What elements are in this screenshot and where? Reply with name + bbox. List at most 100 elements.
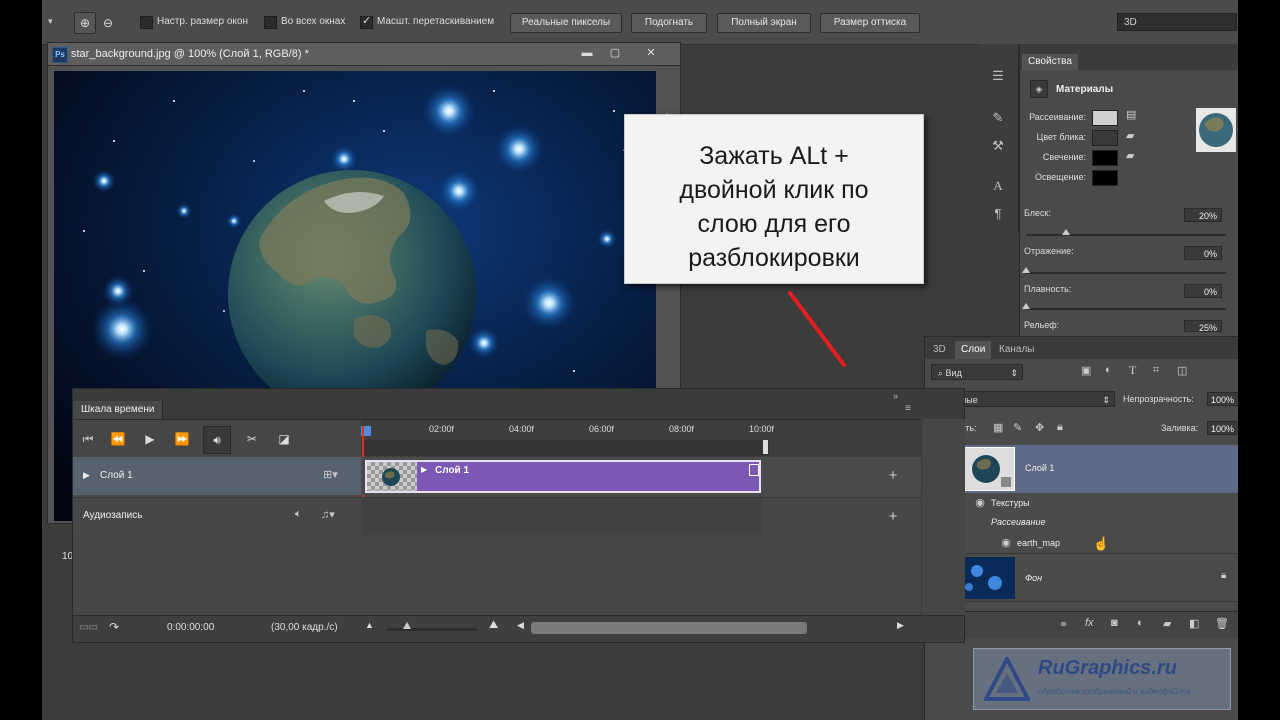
tab-properties[interactable]: Свойства <box>1022 54 1078 70</box>
scrubby-zoom-checkbox[interactable] <box>360 14 373 29</box>
play-icon[interactable]: ▶ <box>141 430 159 448</box>
brush-presets-icon[interactable]: ✎ <box>988 108 1008 128</box>
eye-icon[interactable]: ◉ <box>973 496 987 510</box>
trash-icon[interactable]: 🗑︎ <box>1215 617 1229 630</box>
lock-transparent-icon[interactable]: ▦ <box>993 421 1003 434</box>
layer-row-layer1[interactable]: ◉ Слой 1 <box>925 445 1238 493</box>
roughness-value[interactable]: 0% <box>1184 284 1222 298</box>
close-icon[interactable]: ✕ <box>638 46 664 61</box>
diffuse-texture-icon[interactable]: ▤ <box>1126 108 1136 121</box>
link-icon[interactable]: ⚭ <box>1059 618 1068 631</box>
lock-all-icon[interactable]: 🔒︎ <box>1057 421 1063 434</box>
document-titlebar[interactable]: Ps star_background.jpg @ 100% (Слой 1, R… <box>48 43 680 66</box>
fx-icon[interactable]: fx <box>1085 617 1094 629</box>
go-to-first-frame-icon[interactable]: ⏮ <box>79 430 97 448</box>
zoom-out-timeline-icon[interactable]: ▲ <box>365 620 374 630</box>
clip-end-marker[interactable] <box>749 464 759 476</box>
character-icon[interactable]: A <box>988 176 1008 196</box>
panel-menu-icon[interactable]: ≡ <box>905 403 911 414</box>
scroll-left-icon[interactable]: ◀ <box>517 620 524 631</box>
scroll-right-icon[interactable]: ▶ <box>897 620 904 631</box>
lock-move-icon[interactable]: ✥ <box>1035 421 1044 434</box>
render-arrow-icon[interactable]: ↷ <box>109 620 119 634</box>
expand-arrow-icon[interactable]: ▶ <box>83 470 90 481</box>
speaker-icon[interactable]: 🔈︎ <box>295 508 302 521</box>
track-audio-head[interactable]: Аудиозапись 🔈︎ ♫▾ <box>73 498 361 536</box>
folder-icon[interactable]: ▰ <box>1163 617 1171 630</box>
music-note-icon[interactable]: ♫▾ <box>321 508 335 521</box>
clip-expand-icon[interactable]: ▶ <box>421 465 427 474</box>
zoom-out-icon[interactable]: ⊖ <box>97 12 119 34</box>
print-size-button[interactable]: Размер оттиска <box>820 13 920 33</box>
layer-row-background[interactable]: ◉ Фон 🔒︎ <box>925 553 1238 602</box>
next-frame-icon[interactable]: ⏩ <box>173 430 191 448</box>
specular-folder-icon[interactable]: ▰ <box>1126 129 1134 142</box>
fit-screen-button[interactable]: Подогнать <box>631 13 707 33</box>
fit-windows-checkbox[interactable] <box>140 16 153 29</box>
work-area-end-handle[interactable] <box>763 440 768 454</box>
shine-value[interactable]: 20% <box>1184 208 1222 222</box>
filter-type-icon[interactable]: T <box>1129 363 1136 378</box>
render-video-icon[interactable]: ▭▭ <box>79 622 98 633</box>
filter-pixel-icon[interactable]: ▣ <box>1081 364 1091 377</box>
film-strip-icon[interactable]: ⊞▾ <box>323 468 338 481</box>
texture-earth-map-row[interactable]: ◉ earth_map ☝ <box>925 533 1238 554</box>
roughness-slider-knob[interactable] <box>1022 303 1030 309</box>
material-preview-sphere[interactable] <box>1196 108 1236 152</box>
timeline-zoom-knob[interactable] <box>403 622 411 629</box>
illumination-folder-icon[interactable]: ▰ <box>1126 149 1134 162</box>
textures-row[interactable]: ◉ Текстуры <box>925 493 1238 513</box>
maximize-icon[interactable]: ▢ <box>602 46 628 61</box>
scissors-icon[interactable]: ✂ <box>243 430 261 448</box>
eye-icon[interactable]: ◉ <box>999 536 1013 550</box>
collapse-panel-icon[interactable]: » <box>893 391 898 401</box>
tab-layers[interactable]: Слои <box>955 341 992 359</box>
track-layer1-head[interactable]: ▶ Слой 1 ⊞▾ <box>73 457 361 495</box>
fill-screen-button[interactable]: Полный экран <box>717 13 811 33</box>
tab-3d[interactable]: 3D <box>927 341 952 359</box>
shine-slider-knob[interactable] <box>1062 229 1070 235</box>
illumination-swatch[interactable] <box>1092 150 1118 166</box>
chevron-down-icon[interactable]: ▾ <box>48 16 53 27</box>
plus-icon[interactable]: + <box>883 466 903 486</box>
audio-mute-icon[interactable]: 🔊︎ <box>203 426 231 454</box>
lock-paint-icon[interactable]: ✎ <box>1013 421 1022 434</box>
tool-presets-icon[interactable]: ⚒ <box>988 136 1008 156</box>
zoom-in-icon[interactable]: ⊕ <box>74 12 96 34</box>
timeline-zoom-slider[interactable] <box>387 628 477 631</box>
roughness-slider[interactable] <box>1026 308 1226 310</box>
minimize-icon[interactable]: ▬ <box>574 46 600 61</box>
bump-value[interactable]: 25% <box>1184 320 1222 332</box>
adjustments-icon[interactable]: ☰ <box>988 66 1008 86</box>
timeline-scrollbar[interactable] <box>531 622 807 634</box>
zoom-in-timeline-icon[interactable]: ⛰ <box>489 619 498 632</box>
mask-icon[interactable]: ◙ <box>1111 617 1118 629</box>
timeline-ruler[interactable]: 02:00f 04:00f 06:00f 08:00f 10:00f <box>361 420 921 457</box>
plus-icon[interactable]: + <box>883 507 903 527</box>
workspace-select[interactable]: 3D <box>1117 13 1237 31</box>
paragraph-icon[interactable]: ¶ <box>988 204 1008 224</box>
ambient-swatch[interactable] <box>1092 170 1118 186</box>
all-windows-checkbox[interactable] <box>264 16 277 29</box>
tab-channels[interactable]: Каналы <box>993 341 1041 359</box>
transition-icon[interactable]: ◪ <box>275 430 293 448</box>
fill-value[interactable]: 100% <box>1207 421 1238 435</box>
filter-shape-icon[interactable]: ⌗ <box>1153 364 1159 377</box>
filter-adjustment-icon[interactable]: ◐ <box>1105 364 1112 376</box>
reflection-slider-knob[interactable] <box>1022 267 1030 273</box>
reflection-value[interactable]: 0% <box>1184 246 1222 260</box>
adjustment-layer-icon[interactable]: ◐ <box>1137 617 1144 629</box>
previous-frame-icon[interactable]: ⏪ <box>109 430 127 448</box>
diffuse-swatch[interactable] <box>1092 110 1118 126</box>
filter-smart-object-icon[interactable]: ◫ <box>1177 364 1187 377</box>
opacity-value[interactable]: 100% <box>1207 392 1238 406</box>
reflection-slider[interactable] <box>1026 272 1226 274</box>
layer-filter-select[interactable]: ⌕ Вид ⇕ <box>931 364 1023 380</box>
new-layer-icon[interactable]: ◧ <box>1189 617 1199 630</box>
specular-swatch[interactable] <box>1092 130 1118 146</box>
tab-timeline[interactable]: Шкала времени <box>73 401 164 419</box>
work-area-bar[interactable] <box>361 440 769 456</box>
actual-pixels-button[interactable]: Реальные пикселы <box>510 13 622 33</box>
shine-slider[interactable] <box>1026 234 1226 236</box>
clip-layer1[interactable]: ▶ Слой 1 <box>365 460 761 493</box>
